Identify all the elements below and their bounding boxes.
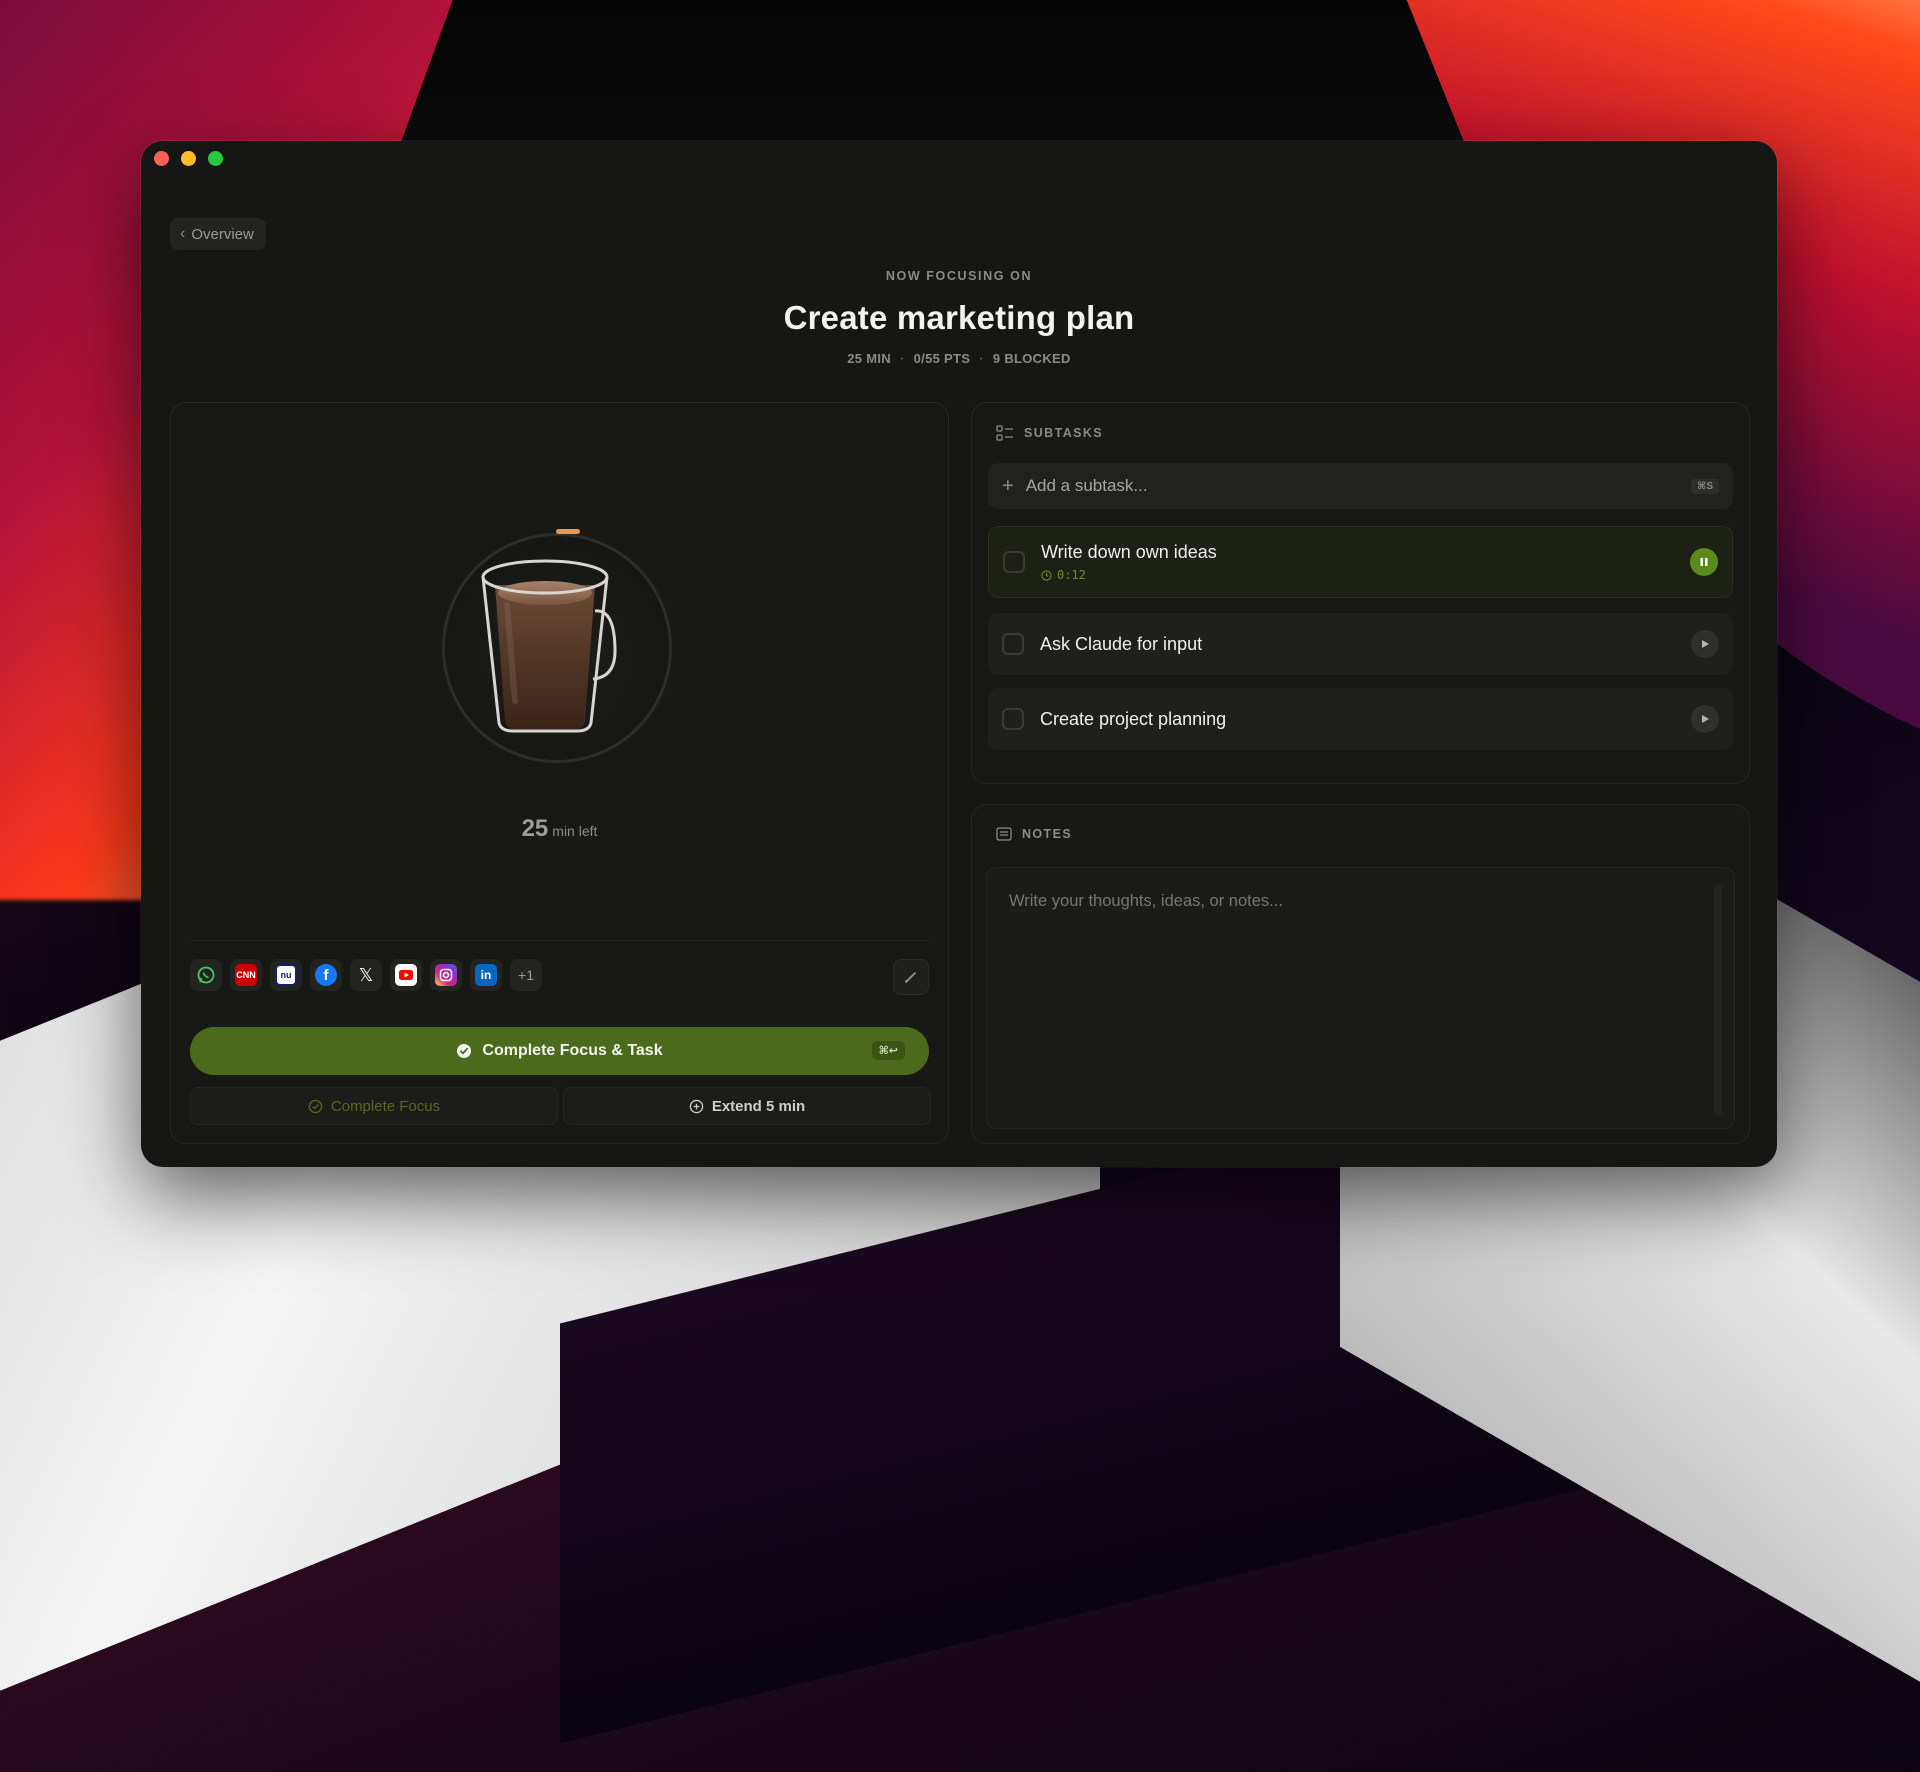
subtask-item[interactable]: Ask Claude for input: [988, 613, 1733, 675]
minimize-window-button[interactable]: [181, 151, 196, 166]
linkedin-icon[interactable]: in: [470, 959, 502, 991]
play-icon: [1702, 640, 1709, 648]
timer-panel: 25 min left CNN nu f 𝕏 in +1 Complete Fo…: [170, 402, 949, 1144]
timer-progress-mark: [556, 529, 580, 534]
minutes-left-label: min left: [552, 823, 598, 839]
whatsapp-icon[interactable]: [190, 959, 222, 991]
pause-icon: [1700, 558, 1708, 566]
subtask-checkbox[interactable]: [1002, 633, 1024, 655]
focus-eyebrow: NOW FOCUSING ON: [885, 269, 1033, 283]
focus-task-title: Create marketing plan: [783, 299, 1135, 336]
subtask-item[interactable]: Write down own ideas 0:12: [988, 526, 1733, 598]
start-subtask-button[interactable]: [1691, 705, 1719, 733]
complete-focus-button[interactable]: Complete Focus: [190, 1087, 558, 1125]
zoom-window-button[interactable]: [208, 151, 223, 166]
notes-scrollbar[interactable]: [1714, 884, 1722, 1116]
subtasks-header: SUBTASKS: [996, 425, 1103, 441]
pause-subtask-button[interactable]: [1690, 548, 1718, 576]
complete-focus-and-task-button[interactable]: Complete Focus & Task ⌘↩: [190, 1027, 929, 1075]
back-label: Overview: [191, 225, 254, 243]
plus-icon: +: [1002, 474, 1014, 497]
meta-duration: 25 MIN: [847, 351, 891, 366]
play-icon: [1702, 715, 1709, 723]
youtube-icon[interactable]: [390, 959, 422, 991]
instagram-icon[interactable]: [430, 959, 462, 991]
subtask-name: Create project planning: [1040, 708, 1227, 729]
facebook-icon[interactable]: f: [310, 959, 342, 991]
focus-header: NOW FOCUSING ON Create marketing plan 25…: [141, 269, 1777, 366]
check-circle-outline-icon: [308, 1099, 323, 1113]
subtasks-panel: SUBTASKS + Add a subtask... ⌘S Write dow…: [971, 402, 1750, 784]
notes-header: NOTES: [996, 827, 1072, 841]
subtask-item[interactable]: Create project planning: [988, 688, 1733, 750]
more-apps-badge[interactable]: +1: [510, 959, 542, 991]
add-subtask-shortcut: ⌘S: [1691, 478, 1719, 494]
clock-icon: [1041, 569, 1052, 581]
complete-focus-label: Complete Focus: [330, 1097, 441, 1115]
notes-textarea[interactable]: Write your thoughts, ideas, or notes...: [986, 867, 1735, 1129]
subtask-name: Write down own ideas: [1041, 542, 1217, 562]
meta-blocked: 9 BLOCKED: [992, 351, 1071, 366]
add-subtask-placeholder: Add a subtask...: [1025, 476, 1148, 495]
extend-label: Extend 5 min: [711, 1097, 806, 1115]
blocked-apps-list: CNN nu f 𝕏 in +1: [190, 959, 542, 991]
extend-button[interactable]: Extend 5 min: [563, 1087, 931, 1125]
add-subtask-input[interactable]: + Add a subtask... ⌘S: [988, 463, 1733, 509]
shortcut-badge: ⌘↩: [871, 1041, 905, 1060]
complete-focus-and-task-label: Complete Focus & Task: [482, 1042, 663, 1059]
focus-meta: 25 MIN · 0/55 PTS · 9 BLOCKED: [847, 351, 1071, 366]
coffee-mug-icon: [481, 559, 617, 733]
check-circle-icon: [457, 1044, 472, 1058]
notes-title: NOTES: [1022, 827, 1073, 841]
subtask-checkbox[interactable]: [1002, 708, 1024, 730]
notes-panel: NOTES Write your thoughts, ideas, or not…: [971, 804, 1750, 1144]
focus-window: ‹ Overview NOW FOCUSING ON Create market…: [141, 141, 1777, 1167]
checklist-icon: [996, 425, 1013, 441]
divider: [190, 940, 929, 941]
close-window-button[interactable]: [154, 151, 169, 166]
back-to-overview-button[interactable]: ‹ Overview: [170, 218, 266, 250]
subtask-timer: 0:12: [1041, 568, 1217, 582]
cnn-icon[interactable]: CNN: [230, 959, 262, 991]
plus-circle-icon: [689, 1099, 704, 1113]
nu-icon[interactable]: nu: [270, 959, 302, 991]
subtasks-title: SUBTASKS: [1024, 426, 1104, 440]
subtask-checkbox[interactable]: [1003, 551, 1025, 573]
notes-icon: [996, 827, 1012, 841]
time-left: 25 min left: [171, 815, 948, 843]
notes-placeholder: Write your thoughts, ideas, or notes...: [1009, 892, 1283, 910]
chevron-left-icon: ‹: [180, 225, 186, 242]
start-subtask-button[interactable]: [1691, 630, 1719, 658]
meta-points: 0/55 PTS: [913, 351, 971, 366]
minutes-left: 25: [521, 815, 549, 842]
subtask-name: Ask Claude for input: [1040, 633, 1203, 654]
pencil-icon: [905, 972, 916, 983]
window-controls: [154, 151, 223, 166]
x-icon[interactable]: 𝕏: [350, 959, 382, 991]
edit-blocklist-button[interactable]: [893, 959, 929, 995]
